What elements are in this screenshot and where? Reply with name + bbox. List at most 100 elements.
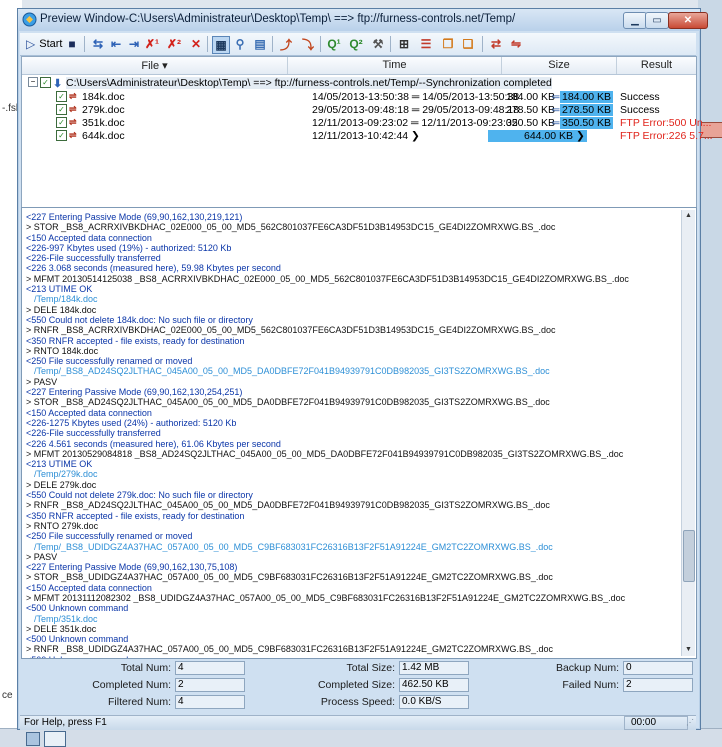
- delete-icon: ✕: [190, 37, 202, 51]
- sync-right-button[interactable]: ⇥: [126, 36, 142, 52]
- log-line: <226 3.068 seconds (measured here), 59.9…: [26, 263, 281, 274]
- find-next-button[interactable]: Q²: [348, 36, 364, 52]
- select-icon: ⚒: [372, 37, 384, 51]
- sync-status-icon: ⇌: [69, 104, 77, 114]
- minimize-button[interactable]: ▁: [623, 12, 647, 29]
- taskbar-app-icon[interactable]: [26, 732, 40, 746]
- sync-right-icon: ⇥: [128, 37, 140, 51]
- view-mode-button[interactable]: ▦: [212, 36, 230, 54]
- find-prev-button[interactable]: Q¹: [326, 36, 342, 52]
- completed-size-value: 462.50 KB: [399, 678, 469, 692]
- sync-status-icon: ⇌: [69, 91, 77, 101]
- column-file[interactable]: File ▾: [22, 59, 287, 72]
- mark-button[interactable]: ❑: [460, 36, 476, 52]
- file-row[interactable]: ✓ ⇌ 351k.doc 12/11/2013-09:23:02 ═ 12/11…: [22, 117, 711, 130]
- log-scrollbar[interactable]: ▲ ▼: [681, 210, 695, 656]
- attributes-button[interactable]: ⊞: [396, 36, 412, 52]
- sync-status-icon: ⇌: [69, 130, 77, 140]
- total-num-value: 4: [175, 661, 245, 675]
- file-checkbox[interactable]: ✓: [56, 117, 67, 128]
- attributes-icon: ⊞: [398, 37, 410, 51]
- log-line: <150 Accepted data connection: [26, 407, 152, 418]
- system-tray: [626, 732, 716, 744]
- delete-left-button[interactable]: ✗¹: [144, 36, 160, 52]
- sync-status-icon: ⇌: [69, 117, 77, 127]
- start-button[interactable]: ▷ Start: [26, 36, 62, 52]
- equal-icon: ═: [552, 104, 560, 116]
- backup-num-value: 0: [623, 661, 693, 675]
- root-checkbox[interactable]: ✓: [40, 77, 51, 88]
- file-size-right: 184.00 KB: [560, 91, 614, 103]
- log-line: > MFMT 20130514125038 _BS8_ACRRXIVBKDHAC…: [26, 273, 629, 284]
- column-result[interactable]: Result: [617, 59, 696, 71]
- toolbar-separator: [207, 36, 208, 52]
- compare-button[interactable]: ⇆: [90, 36, 106, 52]
- toolbar-separator: [272, 36, 273, 52]
- scroll-thumb[interactable]: [683, 530, 695, 582]
- file-time: 29/05/2013-09:48:18 ═ 29/05/2013-09:48:1…: [312, 104, 520, 116]
- log-line: <350 RNFR accepted - file exists, ready …: [26, 510, 245, 521]
- log-line: /Temp/184k.doc: [34, 294, 98, 305]
- column-size[interactable]: Size: [502, 59, 616, 71]
- collapse-toggle[interactable]: −: [28, 77, 38, 87]
- scroll-down-icon[interactable]: ▼: [682, 644, 695, 656]
- taskbar-app-icon[interactable]: [44, 731, 66, 747]
- file-result-error: FTP Error:226 5.7...: [620, 130, 713, 142]
- collapse-button[interactable]: ⤵: [300, 36, 316, 52]
- failed-num-value: 2: [623, 678, 693, 692]
- play-icon: ▷: [26, 37, 36, 51]
- log-line: > PASV: [26, 376, 58, 387]
- file-compare-list: File ▾ Time Size Result − ✓ ⬇ C:\Users\A…: [21, 56, 713, 208]
- delete-right-button[interactable]: ✗²: [166, 36, 182, 52]
- maximize-icon: ▭: [652, 15, 662, 26]
- swap-button[interactable]: ⇋: [508, 36, 524, 52]
- maximize-button[interactable]: ▭: [645, 12, 669, 29]
- select-button[interactable]: ⚒: [370, 36, 386, 52]
- resize-grip-icon[interactable]: ⋰: [686, 718, 694, 727]
- file-checkbox[interactable]: ✓: [56, 130, 67, 141]
- scroll-up-icon[interactable]: ▲: [682, 210, 695, 222]
- title-bar[interactable]: Preview Window-C:\Users\Administrateur\D…: [18, 9, 708, 31]
- expand-button[interactable]: ⤴: [278, 36, 294, 52]
- move-button[interactable]: ❐: [440, 36, 456, 52]
- file-checkbox[interactable]: ✓: [56, 104, 67, 115]
- toolbar-separator: [390, 36, 391, 52]
- equal-icon: ═: [552, 117, 560, 129]
- log-line: /Temp/279k.doc: [34, 469, 98, 480]
- filter-button[interactable]: ⚲: [232, 36, 248, 52]
- tree-root-row[interactable]: − ✓ ⬇ C:\Users\Administrateur\Desktop\Te…: [22, 77, 696, 90]
- toolbar-separator: [482, 36, 483, 52]
- file-result: Success: [620, 91, 660, 103]
- close-button[interactable]: ✕: [668, 12, 708, 29]
- file-row[interactable]: ✓ ⇌ 184k.doc 14/05/2013-13:50:38 ═ 14/05…: [22, 91, 696, 104]
- column-time[interactable]: Time: [288, 59, 501, 71]
- filtered-num-label: Filtered Num:: [107, 696, 171, 708]
- delete-left-icon: ✗¹: [144, 37, 160, 51]
- unmark-icon: ⇄: [490, 37, 502, 51]
- file-checkbox[interactable]: ✓: [56, 91, 67, 102]
- log-line: > DELE 184k.doc: [26, 304, 97, 315]
- process-speed-label: Process Speed:: [320, 696, 395, 708]
- file-row[interactable]: ✓ ⇌ 279k.doc 29/05/2013-09:48:18 ═ 29/05…: [22, 104, 696, 117]
- stop-button[interactable]: ■: [64, 36, 80, 52]
- preview-icon: ▤: [254, 37, 266, 51]
- find-prev-icon: Q¹: [327, 37, 341, 51]
- log-line: <250 File successfully renamed or moved: [26, 531, 193, 542]
- file-time: 12/11/2013-09:23:02 ═ 12/11/2013-09:23:0…: [312, 117, 518, 129]
- unmark-button[interactable]: ⇄: [488, 36, 504, 52]
- column-header: File ▾ Time Size Result: [22, 57, 696, 75]
- file-result-error: FTP Error:500 Un...: [620, 117, 712, 129]
- log-line: > RNTO 279k.doc: [26, 520, 99, 531]
- delete-button[interactable]: ✕: [188, 36, 204, 52]
- sync-left-button[interactable]: ⇤: [108, 36, 124, 52]
- rename-button[interactable]: ☰: [418, 36, 434, 52]
- preview-button[interactable]: ▤: [252, 36, 268, 52]
- file-row[interactable]: ✓ ⇌ 644k.doc 12/11/2013-10:42:44 ❯ 644.0…: [22, 130, 713, 143]
- background-window: [698, 0, 722, 746]
- file-size-left: 184.00 KB: [506, 91, 556, 103]
- file-name: 279k.doc: [82, 104, 125, 116]
- file-name: 644k.doc: [82, 130, 125, 142]
- ftp-log-panel[interactable]: <227 Entering Passive Mode (69,90,162,13…: [21, 207, 697, 659]
- desktop-fragment-text: -.fsl: [2, 103, 19, 114]
- desktop-fragment-text: ce: [2, 690, 13, 701]
